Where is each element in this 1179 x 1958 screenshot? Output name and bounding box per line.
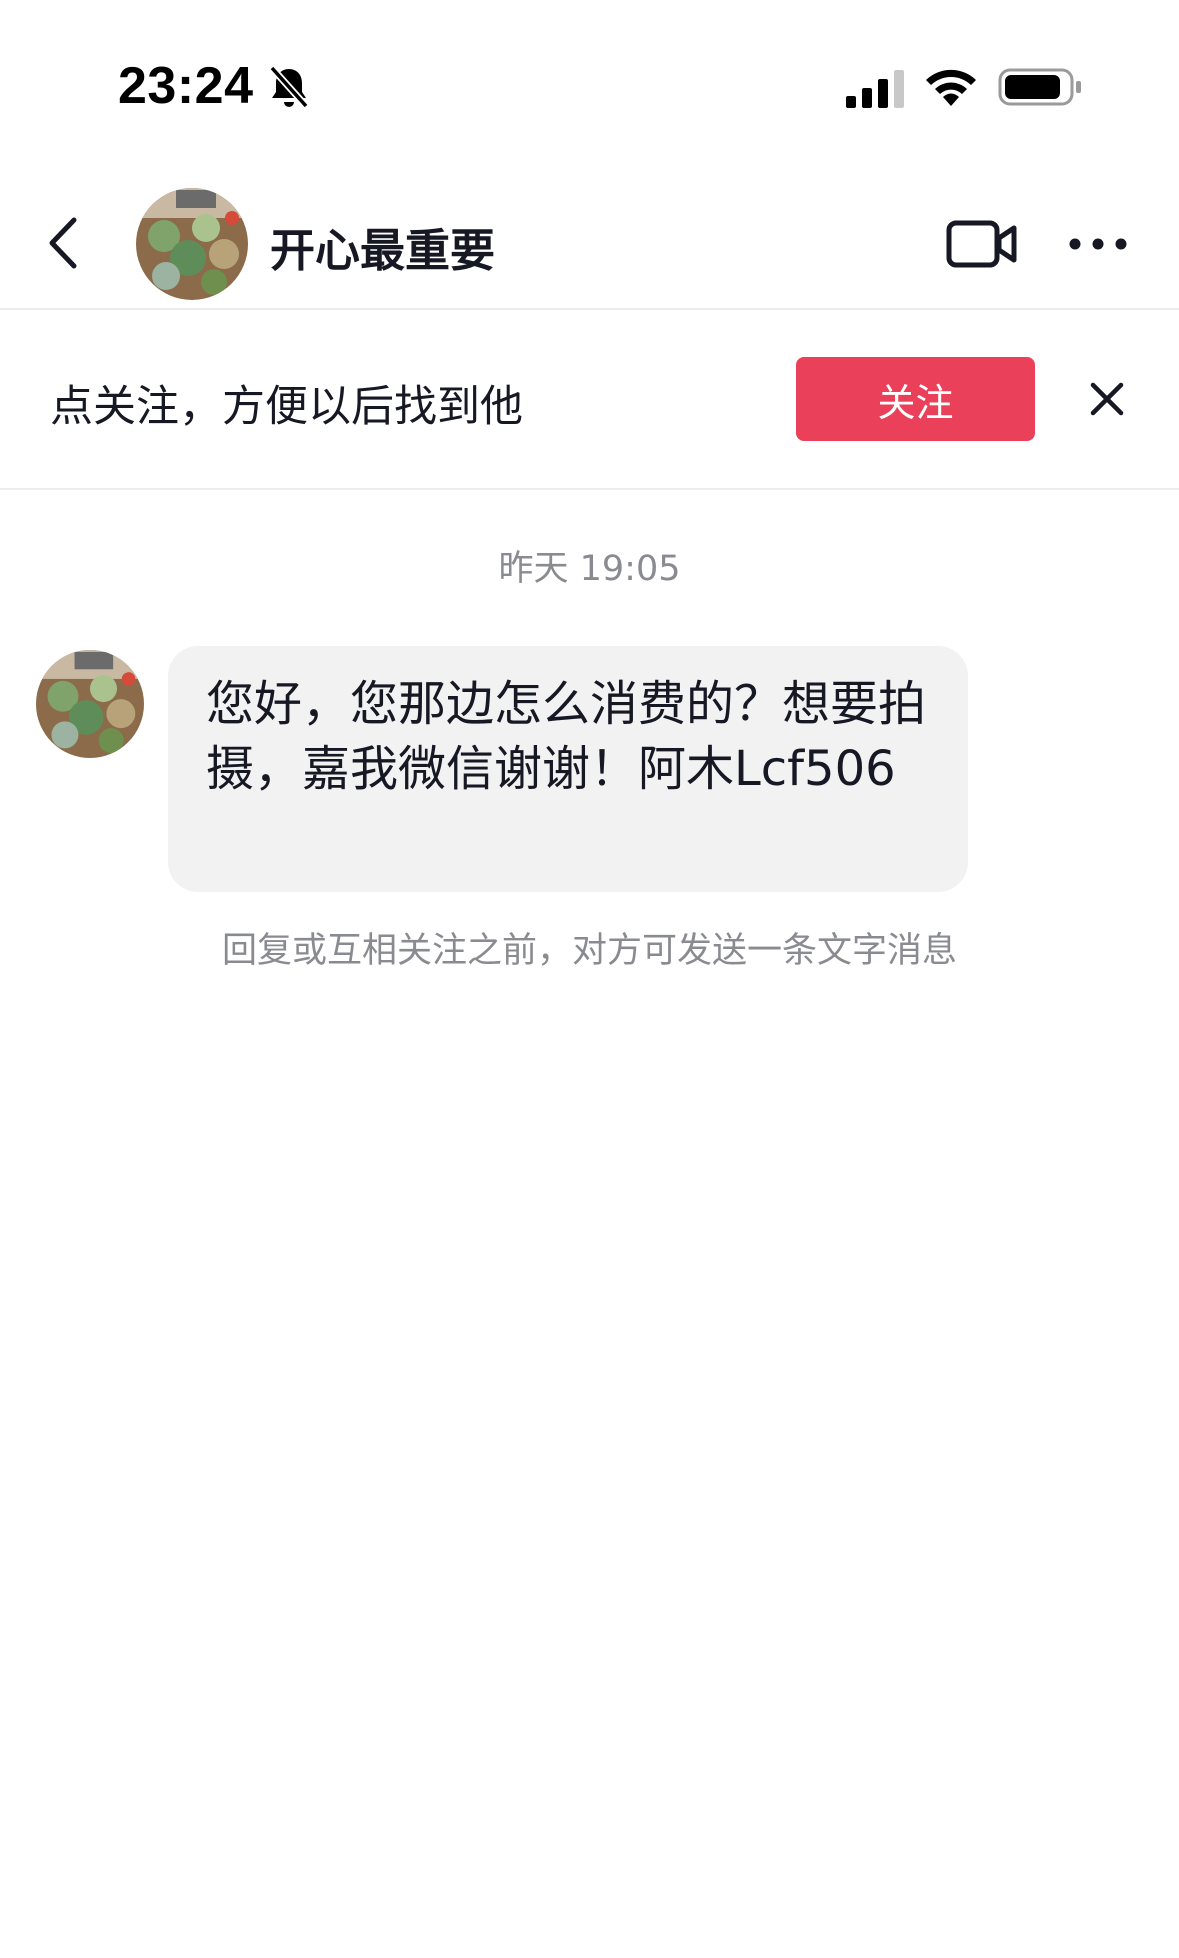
succulent-avatar-image [136,188,248,300]
message-bubble[interactable]: 您好，您那边怎么消费的？想要拍摄，嘉我微信谢谢！阿木Lcf506 [168,646,968,892]
video-call-icon[interactable] [946,218,1018,270]
back-chevron-icon[interactable] [42,214,84,272]
wifi-icon [926,69,976,106]
follow-button[interactable]: 关注 [796,357,1035,441]
cellular-signal-icon [846,70,904,108]
bell-slash-icon [269,65,309,109]
status-time: 23:24 [118,57,254,115]
message-limit-notice: 回复或互相关注之前，对方可发送一条文字消息 [221,931,957,971]
chat-header: 开心最重要 [0,180,1179,308]
follow-prompt: 点关注，方便以后找到他 [50,382,523,432]
sender-avatar[interactable] [36,650,144,758]
chat-screen: 23:24 开心最重要 点关注，方便以后找到他 关注 昨天 19:05 您好，您… [0,0,1179,1958]
message-timestamp: 昨天 19:05 [498,549,681,589]
succulent-avatar-image [36,650,144,758]
battery-icon [998,68,1081,106]
follow-banner: 点关注，方便以后找到他 关注 [0,310,1179,488]
banner-divider [0,488,1179,490]
status-bar: 23:24 [0,0,1179,150]
more-icon[interactable] [1068,232,1128,256]
close-icon[interactable] [1088,380,1126,418]
avatar[interactable] [136,188,248,300]
contact-name[interactable]: 开心最重要 [270,214,495,279]
